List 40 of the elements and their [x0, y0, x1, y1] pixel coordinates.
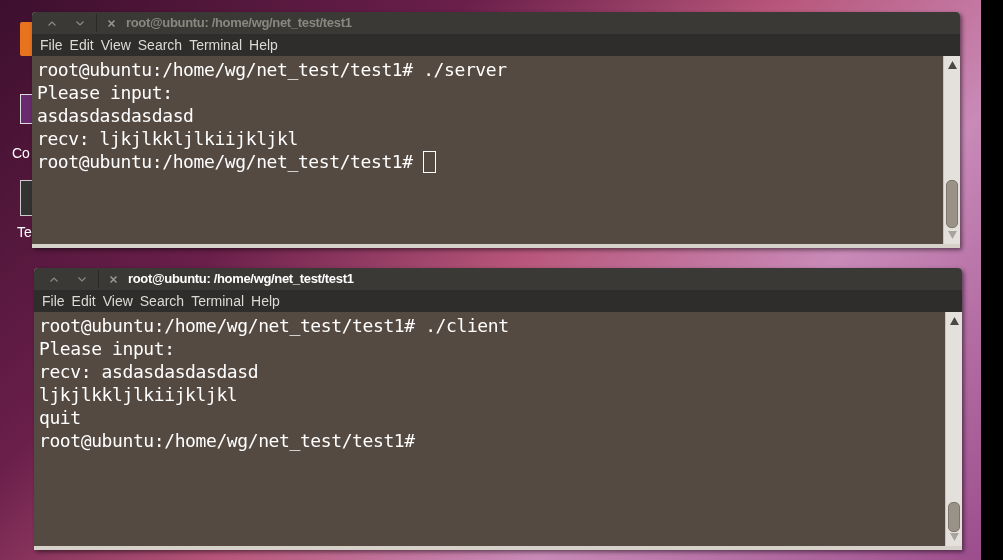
terminal-line: Please input:	[39, 337, 175, 360]
menu-item[interactable]: Search	[137, 34, 183, 56]
scroll-up-icon[interactable]	[948, 61, 957, 69]
scroll-down-icon[interactable]	[948, 231, 957, 239]
terminal-line: root@ubuntu:/home/wg/net_test/test1# ./server	[37, 58, 507, 81]
menu-item[interactable]: Help	[251, 290, 280, 312]
terminal-line: root@ubuntu:/home/wg/net_test/test1#	[37, 150, 414, 173]
menu-item[interactable]: Edit	[71, 290, 96, 312]
menu-item[interactable]: Help	[249, 34, 278, 56]
window-title: root@ubuntu: /home/wg/net_test/test1	[126, 14, 352, 33]
terminal-line: root@ubuntu:/home/wg/net_test/test1# ./client	[39, 314, 509, 337]
menu-item[interactable]: Search	[139, 290, 185, 312]
window-title: root@ubuntu: /home/wg/net_test/test1	[128, 270, 354, 289]
desktop-icon-label: Te	[17, 223, 32, 242]
caret-up-icon[interactable]	[50, 276, 58, 282]
terminal-line: recv: asdasdasdasdasd	[39, 360, 259, 383]
close-icon[interactable]	[108, 19, 115, 27]
terminal-line: asdasdasdasdasd	[37, 104, 194, 127]
terminal-line: ljkjlkkljlkiijkljkl	[39, 383, 238, 406]
menu-item[interactable]: View	[102, 290, 133, 312]
terminal-line: root@ubuntu:/home/wg/net_test/test1#	[39, 429, 415, 452]
terminal-line: recv: ljkjlkkljlkiijkljkl	[37, 127, 298, 150]
caret-down-icon[interactable]	[76, 20, 84, 26]
menu-item[interactable]: Edit	[69, 34, 94, 56]
terminal-line: Please input:	[37, 81, 173, 104]
close-icon[interactable]	[110, 275, 117, 283]
scrollbar[interactable]	[945, 312, 962, 546]
menu-item[interactable]: File	[40, 34, 63, 56]
menu-item[interactable]: View	[100, 34, 131, 56]
scroll-up-icon[interactable]	[950, 317, 959, 325]
terminal-line: quit	[39, 406, 81, 429]
caret-down-icon[interactable]	[78, 276, 86, 282]
desktop-icon-label: Co	[12, 144, 30, 163]
scrollbar-thumb[interactable]	[946, 180, 958, 228]
scrollbar-thumb[interactable]	[948, 502, 960, 532]
scrollbar[interactable]	[943, 56, 960, 244]
menu-item[interactable]: File	[42, 290, 65, 312]
caret-up-icon[interactable]	[48, 20, 56, 26]
menu-item[interactable]: Terminal	[189, 34, 243, 56]
menu-item[interactable]: Terminal	[191, 290, 245, 312]
